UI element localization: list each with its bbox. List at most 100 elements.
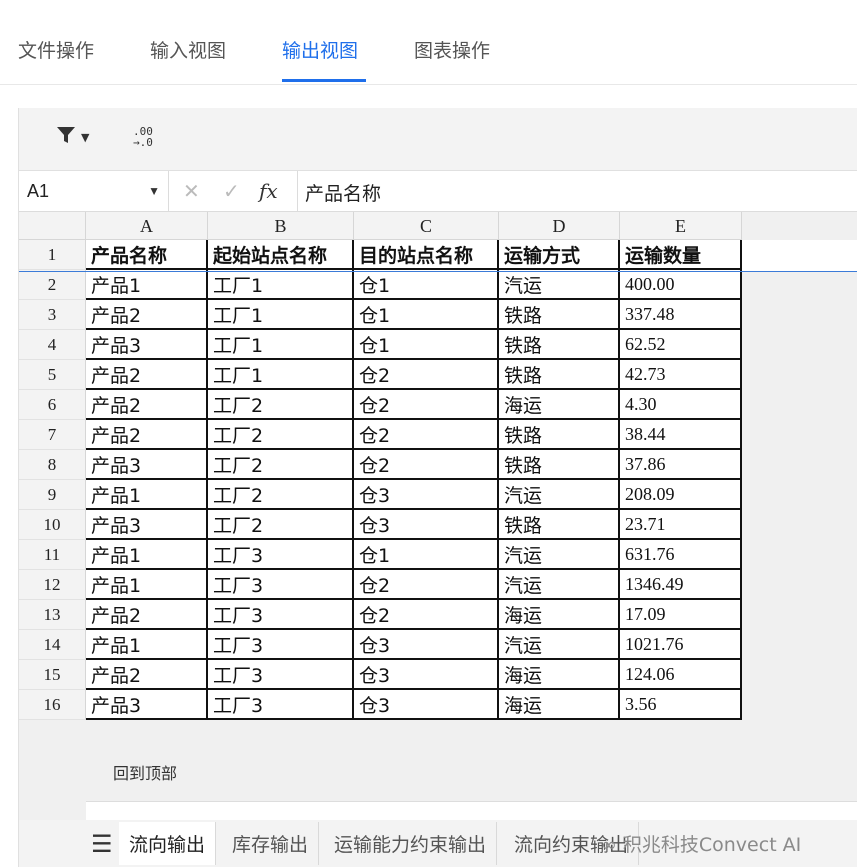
row-header[interactable]: 13: [19, 600, 86, 630]
table-cell[interactable]: 工厂2: [208, 390, 354, 420]
table-cell[interactable]: 汽运: [499, 630, 620, 660]
table-cell[interactable]: 仓3: [354, 480, 499, 510]
table-cell[interactable]: 仓2: [354, 450, 499, 480]
row-header[interactable]: 15: [19, 660, 86, 690]
table-cell[interactable]: 工厂3: [208, 600, 354, 630]
table-cell[interactable]: 631.76: [620, 540, 742, 570]
table-cell[interactable]: 产品2: [86, 420, 208, 450]
table-cell[interactable]: 铁路: [499, 360, 620, 390]
table-cell[interactable]: 工厂2: [208, 450, 354, 480]
table-cell[interactable]: 产品1: [86, 540, 208, 570]
table-cell[interactable]: 产品2: [86, 390, 208, 420]
table-cell[interactable]: 工厂1: [208, 330, 354, 360]
table-cell[interactable]: 仓2: [354, 390, 499, 420]
fx-icon[interactable]: fx: [259, 179, 278, 203]
table-cell[interactable]: 工厂1: [208, 300, 354, 330]
table-cell[interactable]: 3.56: [620, 690, 742, 720]
confirm-icon[interactable]: ✓: [223, 179, 240, 203]
table-cell[interactable]: 1021.76: [620, 630, 742, 660]
table-cell[interactable]: 124.06: [620, 660, 742, 690]
sheet-tab-flow-output[interactable]: 流向输出: [119, 822, 217, 865]
row-header[interactable]: 16: [19, 690, 86, 720]
column-header[interactable]: E: [620, 212, 742, 240]
table-cell[interactable]: 汽运: [499, 570, 620, 600]
table-cell[interactable]: 工厂2: [208, 480, 354, 510]
sheet-menu-icon[interactable]: ☰: [91, 830, 113, 858]
row-header[interactable]: 8: [19, 450, 86, 480]
table-cell[interactable]: 产品1: [86, 480, 208, 510]
table-cell[interactable]: 17.09: [620, 600, 742, 630]
table-cell[interactable]: 产品2: [86, 600, 208, 630]
sheet-tab-inventory-output[interactable]: 库存输出: [222, 822, 320, 865]
table-cell[interactable]: 仓1: [354, 300, 499, 330]
table-cell[interactable]: 62.52: [620, 330, 742, 360]
table-cell[interactable]: 23.71: [620, 510, 742, 540]
tab-input-view[interactable]: 输入视图: [150, 36, 226, 63]
column-header[interactable]: A: [86, 212, 208, 240]
table-cell[interactable]: 海运: [499, 660, 620, 690]
table-cell[interactable]: 产品1: [86, 570, 208, 600]
table-cell[interactable]: 产品3: [86, 690, 208, 720]
table-cell[interactable]: 海运: [499, 600, 620, 630]
table-cell[interactable]: 208.09: [620, 480, 742, 510]
table-cell[interactable]: 产品3: [86, 510, 208, 540]
table-cell[interactable]: 海运: [499, 690, 620, 720]
cancel-icon[interactable]: ✕: [183, 179, 200, 203]
table-cell[interactable]: 工厂2: [208, 510, 354, 540]
header-cell[interactable]: 目的站点名称: [354, 240, 499, 270]
row-header[interactable]: 5: [19, 360, 86, 390]
filter-button[interactable]: ▼: [55, 122, 89, 152]
grid-corner[interactable]: [19, 212, 86, 240]
column-header[interactable]: C: [354, 212, 499, 240]
tab-output-view[interactable]: 输出视图: [282, 36, 358, 63]
decimal-format-button[interactable]: .00 →.0: [133, 122, 153, 152]
column-header[interactable]: D: [499, 212, 620, 240]
table-cell[interactable]: 仓2: [354, 420, 499, 450]
header-cell[interactable]: 产品名称: [86, 240, 208, 270]
column-header[interactable]: B: [208, 212, 354, 240]
table-cell[interactable]: 工厂2: [208, 420, 354, 450]
table-cell[interactable]: 工厂3: [208, 630, 354, 660]
row-header[interactable]: 6: [19, 390, 86, 420]
row-header[interactable]: 9: [19, 480, 86, 510]
table-cell[interactable]: 工厂1: [208, 360, 354, 390]
table-cell[interactable]: 铁路: [499, 510, 620, 540]
table-cell[interactable]: 汽运: [499, 480, 620, 510]
row-header[interactable]: 14: [19, 630, 86, 660]
table-cell[interactable]: 海运: [499, 390, 620, 420]
name-box-dropdown-icon[interactable]: ▼: [148, 184, 160, 198]
row-header[interactable]: 3: [19, 300, 86, 330]
table-cell[interactable]: 仓2: [354, 570, 499, 600]
tab-chart-operations[interactable]: 图表操作: [414, 36, 490, 63]
table-cell[interactable]: 仓2: [354, 600, 499, 630]
table-cell[interactable]: 仓1: [354, 270, 499, 300]
table-cell[interactable]: 铁路: [499, 420, 620, 450]
table-cell[interactable]: 工厂3: [208, 540, 354, 570]
back-to-top-link[interactable]: 回到顶部: [113, 760, 177, 784]
table-cell[interactable]: 工厂3: [208, 660, 354, 690]
table-cell[interactable]: 汽运: [499, 540, 620, 570]
table-cell[interactable]: 铁路: [499, 330, 620, 360]
row-header[interactable]: 12: [19, 570, 86, 600]
header-cell[interactable]: 起始站点名称: [208, 240, 354, 270]
table-cell[interactable]: 1346.49: [620, 570, 742, 600]
table-cell[interactable]: 铁路: [499, 300, 620, 330]
table-cell[interactable]: 产品2: [86, 360, 208, 390]
table-cell[interactable]: 仓1: [354, 330, 499, 360]
table-cell[interactable]: 42.73: [620, 360, 742, 390]
table-cell[interactable]: 汽运: [499, 270, 620, 300]
table-cell[interactable]: 产品2: [86, 660, 208, 690]
table-cell[interactable]: 产品1: [86, 270, 208, 300]
table-cell[interactable]: 仓3: [354, 660, 499, 690]
row-header[interactable]: 1: [19, 240, 86, 270]
row-header[interactable]: 4: [19, 330, 86, 360]
name-box[interactable]: A1 ▼: [19, 171, 169, 211]
table-cell[interactable]: 铁路: [499, 450, 620, 480]
table-cell[interactable]: 仓1: [354, 540, 499, 570]
table-cell[interactable]: 工厂1: [208, 270, 354, 300]
table-cell[interactable]: 产品3: [86, 330, 208, 360]
table-cell[interactable]: 工厂3: [208, 690, 354, 720]
formula-input[interactable]: 产品名称: [305, 179, 381, 206]
header-cell[interactable]: 运输数量: [620, 240, 742, 270]
table-cell[interactable]: 400.00: [620, 270, 742, 300]
